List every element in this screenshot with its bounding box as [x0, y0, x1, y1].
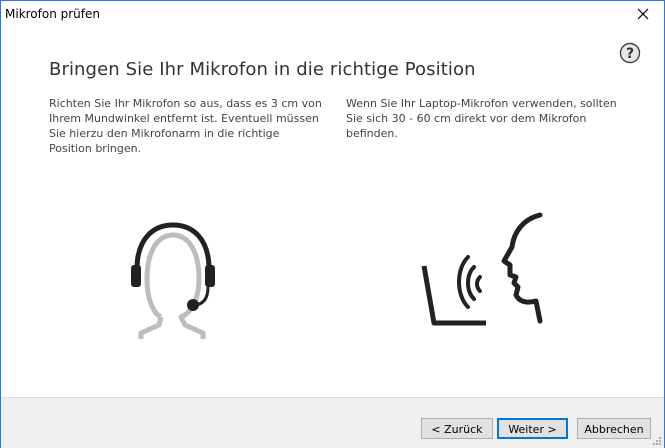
- close-icon[interactable]: [628, 3, 658, 25]
- back-button[interactable]: < Zurück: [421, 418, 493, 439]
- cancel-button[interactable]: Abbrechen: [577, 418, 651, 439]
- headset-instructions: Richten Sie Ihr Mikrofon so aus, dass es…: [49, 97, 322, 155]
- title-bar: Mikrofon prüfen: [1, 1, 664, 29]
- button-bar: < Zurück Weiter > Abbrechen: [1, 397, 664, 448]
- dialog-window: Mikrofon prüfen ? Bringen Sie Ihr Mikrof…: [0, 0, 665, 448]
- laptop-speaking-illustration: [421, 212, 543, 326]
- page-title: Bringen Sie Ihr Mikrofon in die richtige…: [49, 59, 476, 80]
- headset-illustration: [131, 222, 215, 339]
- resize-grip-icon[interactable]: [652, 436, 662, 446]
- svg-text:?: ?: [626, 46, 634, 62]
- window-title: Mikrofon prüfen: [5, 7, 101, 21]
- help-icon[interactable]: ?: [619, 42, 641, 64]
- next-button[interactable]: Weiter >: [497, 418, 568, 439]
- laptop-instructions: Wenn Sie Ihr Laptop-Mikrofon verwenden, …: [346, 97, 617, 140]
